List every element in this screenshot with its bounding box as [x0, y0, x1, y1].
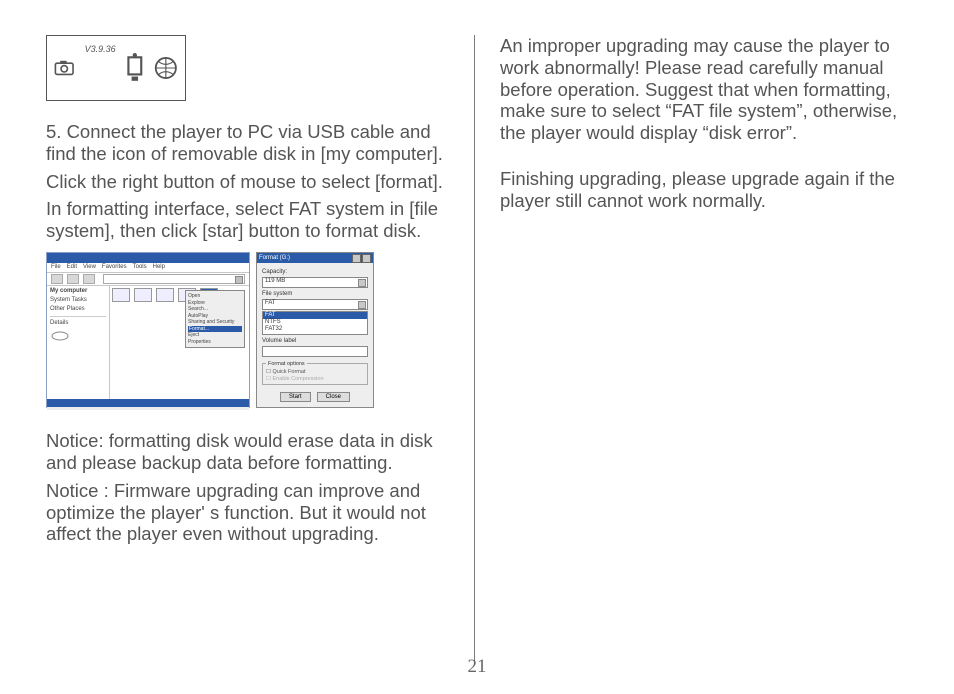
taskbar: [47, 399, 249, 407]
figure-desktop-icons: V3.9.36: [46, 35, 186, 101]
back-button[interactable]: [51, 274, 63, 284]
warning-upgrade: An improper upgrading may cause the play…: [500, 35, 920, 144]
dialog-title: Format (G:): [259, 255, 290, 262]
menu-item[interactable]: File: [51, 264, 61, 271]
filesystem-label: File system: [262, 291, 368, 298]
notice-firmware: Notice : Firmware upgrading can improve …: [46, 480, 446, 545]
explorer-titlebar: [47, 253, 249, 263]
figure-version-label: V3.9.36: [85, 44, 116, 55]
start-button[interactable]: Start: [280, 392, 311, 402]
volume-input[interactable]: [262, 346, 368, 357]
explorer-toolbar: [47, 273, 249, 286]
menu-item[interactable]: Tools: [133, 264, 147, 271]
manual-page: V3.9.36 5. Connect the player to PC via …: [0, 0, 954, 694]
close-button[interactable]: Close: [317, 392, 350, 402]
camera-icon: [53, 53, 79, 83]
sidebar-title: My computer: [50, 288, 106, 295]
compression-checkbox: ☐ Enable Compression: [266, 376, 364, 382]
up-button[interactable]: [83, 274, 95, 284]
globe-icon: [153, 53, 179, 83]
capacity-value: 119 MB: [263, 278, 285, 284]
drive-item[interactable]: [156, 288, 174, 302]
capacity-label: Capacity:: [262, 269, 368, 276]
fs-option[interactable]: FAT32: [263, 326, 367, 333]
dialog-titlebar: Format (G:): [257, 253, 373, 263]
drive-item[interactable]: [112, 288, 130, 302]
instruction-retry-upgrade: Finishing upgrading, please upgrade agai…: [500, 168, 920, 212]
format-options-legend: Format options: [266, 361, 307, 367]
notice-format: Notice: formatting disk would erase data…: [46, 430, 446, 474]
ctx-item[interactable]: Properties: [188, 339, 242, 346]
figure-format-screenshots: File Edit View Favorites Tools Help My c…: [46, 252, 446, 408]
filesystem-dropdown: FAT NTFS FAT32: [262, 311, 368, 334]
menu-item[interactable]: Edit: [67, 264, 77, 271]
sidebar-item[interactable]: Details: [50, 320, 106, 327]
format-dialog: Format (G:) Capacity: 119 MB File system…: [256, 252, 374, 408]
instruction-step-5b: Click the right button of mouse to selec…: [46, 171, 446, 193]
explorer-sidebar: My computer System Tasks Other Places De…: [47, 286, 110, 399]
fs-option[interactable]: NTFS: [263, 319, 367, 326]
drive-icon: [50, 329, 70, 343]
close-icon[interactable]: [362, 254, 371, 263]
right-column: An improper upgrading may cause the play…: [500, 35, 920, 634]
format-options-group: Format options ☐ Quick Format ☐ Enable C…: [262, 361, 368, 385]
filesystem-select[interactable]: FAT: [262, 299, 368, 310]
address-bar[interactable]: [103, 274, 245, 284]
help-button[interactable]: [352, 254, 361, 263]
explorer-icon-area: Open Explore Search... AutoPlay Sharing …: [110, 286, 249, 399]
page-number: 21: [0, 656, 954, 678]
ctx-item[interactable]: Sharing and Security: [188, 319, 242, 326]
menu-item[interactable]: View: [83, 264, 96, 271]
fs-option[interactable]: FAT: [263, 312, 367, 319]
sidebar-item[interactable]: Other Places: [50, 306, 106, 313]
context-menu: Open Explore Search... AutoPlay Sharing …: [185, 290, 245, 348]
instruction-step-5c: In formatting interface, select FAT syst…: [46, 198, 446, 242]
instruction-step-5a: 5. Connect the player to PC via USB cabl…: [46, 121, 446, 165]
menu-item[interactable]: Favorites: [102, 264, 127, 271]
column-divider: [474, 35, 475, 664]
explorer-menubar: File Edit View Favorites Tools Help: [47, 263, 249, 273]
forward-button[interactable]: [67, 274, 79, 284]
explorer-window: File Edit View Favorites Tools Help My c…: [46, 252, 250, 408]
volume-label: Volume label: [262, 338, 368, 345]
device-icon: [122, 53, 148, 83]
left-column: V3.9.36 5. Connect the player to PC via …: [46, 35, 446, 634]
capacity-select[interactable]: 119 MB: [262, 277, 368, 288]
filesystem-value: FAT: [263, 300, 276, 306]
sidebar-item[interactable]: System Tasks: [50, 297, 106, 304]
drive-item[interactable]: [134, 288, 152, 302]
menu-item[interactable]: Help: [153, 264, 165, 271]
